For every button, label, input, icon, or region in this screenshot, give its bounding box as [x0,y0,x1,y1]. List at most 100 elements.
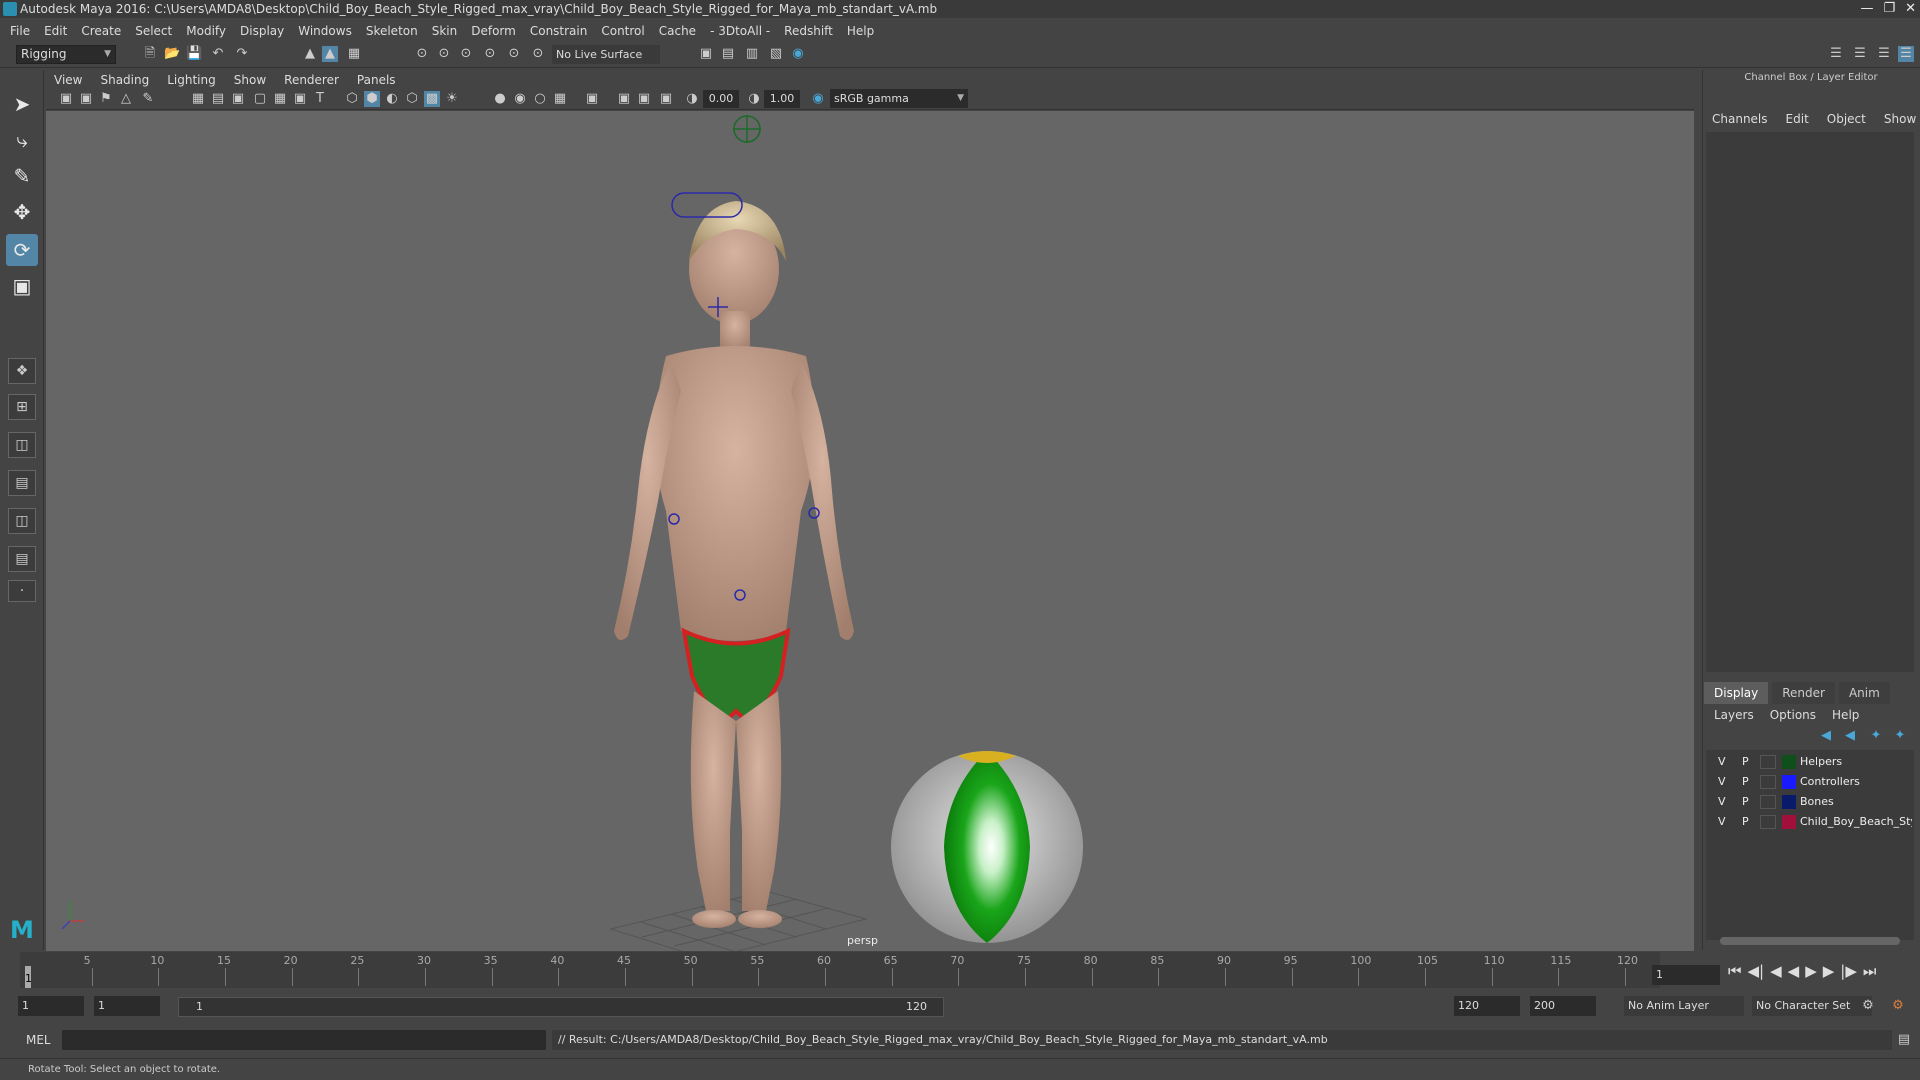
render-view-icon[interactable]: ▧ [768,46,784,62]
menu-select[interactable]: Select [135,24,172,38]
current-frame-field[interactable]: 1 [1652,965,1720,985]
move-layer-down-icon[interactable]: ◀ [1842,728,1858,744]
gate-mask-icon[interactable]: ▢ [252,91,268,107]
menu-edit[interactable]: Edit [44,24,67,38]
auto-key-icon[interactable]: ⚙ [1860,998,1876,1014]
ipr-render-icon[interactable]: ▥ [744,46,760,62]
select-component-icon[interactable]: ▦ [346,46,362,62]
grease-pencil-icon[interactable]: ✎ [140,91,156,107]
layer-visibility[interactable]: V [1718,755,1726,768]
layer-playback[interactable]: P [1742,815,1749,828]
single-perspective-layout-icon[interactable]: ❖ [8,358,36,384]
save-scene-icon[interactable]: 💾 [186,46,202,62]
playback-start-field[interactable]: 1 [94,996,160,1016]
animation-start-field[interactable]: 1 [18,996,84,1016]
cb-menu-edit[interactable]: Edit [1786,112,1809,126]
four-view-layout-icon[interactable]: ⊞ [8,394,36,420]
menu-display[interactable]: Display [240,24,284,38]
tab-render[interactable]: Render [1772,682,1835,704]
ambient-occlusion-icon[interactable]: ◉ [512,91,528,107]
undo-icon[interactable]: ↶ [210,46,226,62]
paint-select-tool-icon[interactable]: ✎ [6,160,38,192]
xray-joints-icon[interactable]: ▣ [636,91,652,107]
channel-list[interactable] [1706,132,1914,672]
safe-action-icon[interactable]: ▣ [292,91,308,107]
custom-layout-icon[interactable]: ▤ [8,546,36,572]
camera-icon[interactable]: ▣ [58,91,74,107]
grid-toggle-icon[interactable]: ▦ [190,91,206,107]
use-default-material-icon[interactable]: ◐ [384,91,400,107]
playback-end-field[interactable]: 120 [1454,996,1520,1016]
layer-display-type[interactable] [1760,795,1776,809]
anim-layer-select[interactable]: No Anim Layer [1624,996,1744,1016]
animation-preferences-icon[interactable]: ⚙ [1890,998,1906,1014]
layer-playback[interactable]: P [1742,795,1749,808]
move-layer-up-icon[interactable]: ◀ [1818,728,1834,744]
anti-aliasing-icon[interactable]: ▦ [552,91,568,107]
film-gate-icon[interactable]: ▤ [210,91,226,107]
cb-menu-channels[interactable]: Channels [1712,112,1768,126]
hypershade-layout-icon[interactable]: ◫ [8,508,36,534]
resolution-gate-icon[interactable]: ▣ [230,91,246,107]
menu-cache[interactable]: Cache [659,24,696,38]
isolate-select-icon[interactable]: ▣ [584,91,600,107]
tool-settings-icon[interactable]: ☰ [1876,46,1892,62]
snap-surface-icon[interactable]: ⊙ [506,46,522,62]
layer-row[interactable]: V P Child_Boy_Beach_Style [1706,812,1914,832]
snap-curve-icon[interactable]: ⊙ [436,46,452,62]
lasso-tool-icon[interactable]: ⤷ [6,124,38,156]
time-slider[interactable]: 5 10 15 20 25 30 35 40 45 50 55 60 65 70 75 80 85 90 95 100… [20,952,1660,988]
script-editor-icon[interactable]: ▤ [1896,1032,1912,1048]
redo-icon[interactable]: ↷ [234,46,250,62]
motion-blur-icon[interactable]: ○ [532,91,548,107]
animation-end-field[interactable]: 200 [1530,996,1596,1016]
layer-list-scrollbar[interactable] [1720,937,1900,945]
scale-tool-icon[interactable]: ▣ [6,270,38,302]
menu-control[interactable]: Control [601,24,644,38]
new-layer-icon[interactable]: ✦ [1868,728,1884,744]
shadows-icon[interactable]: ● [492,91,508,107]
character-set-select[interactable]: No Character Set [1752,996,1872,1016]
layer-display-type[interactable] [1760,775,1776,789]
select-hierarchy-icon[interactable]: ▲ [302,46,318,62]
character-model[interactable] [614,201,854,928]
beach-ball[interactable] [891,751,1083,943]
new-scene-icon[interactable]: 🗎 [142,46,158,62]
layer-visibility[interactable]: V [1718,775,1726,788]
menu-windows[interactable]: Windows [298,24,352,38]
range-slider[interactable] [178,997,944,1017]
gamma-icon[interactable]: ◑ [746,91,762,107]
restore-icon[interactable]: ❐ [1883,0,1895,18]
new-layer-selected-icon[interactable]: ✦ [1892,728,1908,744]
layer-row[interactable]: V P Bones [1706,792,1914,812]
menu-skin[interactable]: Skin [432,24,458,38]
layer-row[interactable]: V P Helpers [1706,752,1914,772]
layer-row[interactable]: V P Controllers [1706,772,1914,792]
gamma-field[interactable]: 1.00 [764,90,800,108]
cb-menu-show[interactable]: Show [1884,112,1916,126]
attribute-editor-icon[interactable]: ☰ [1852,46,1868,62]
perspective-viewport[interactable] [46,111,1694,951]
layer-display-type[interactable] [1760,755,1776,769]
move-tool-icon[interactable]: ✥ [6,196,38,228]
channel-box-toggle-icon[interactable]: ☰ [1898,46,1914,62]
persp-graph-layout-icon[interactable]: ▤ [8,470,36,496]
textured-icon[interactable]: ▩ [424,91,440,107]
cb-menu-object[interactable]: Object [1827,112,1866,126]
step-forward-frame-icon[interactable]: |▶ [1840,962,1857,980]
script-language-toggle[interactable]: MEL [26,1033,51,1047]
menu-modify[interactable]: Modify [186,24,226,38]
panel-menu-panels[interactable]: Panels [357,73,396,87]
le-menu-help[interactable]: Help [1832,708,1859,722]
layer-playback[interactable]: P [1742,755,1749,768]
smooth-shade-icon[interactable]: ⬢ [364,91,380,107]
snap-plane-icon[interactable]: ⊙ [530,46,546,62]
panel-menu-shading[interactable]: Shading [100,73,149,87]
panel-menu-show[interactable]: Show [234,73,266,87]
menu-file[interactable]: File [10,24,30,38]
layer-display-type[interactable] [1760,815,1776,829]
color-management-icon[interactable]: ◉ [810,91,826,107]
layer-color-swatch[interactable] [1782,815,1796,829]
camera-attributes-icon[interactable]: ▣ [78,91,94,107]
minimize-icon[interactable]: — [1860,0,1873,18]
